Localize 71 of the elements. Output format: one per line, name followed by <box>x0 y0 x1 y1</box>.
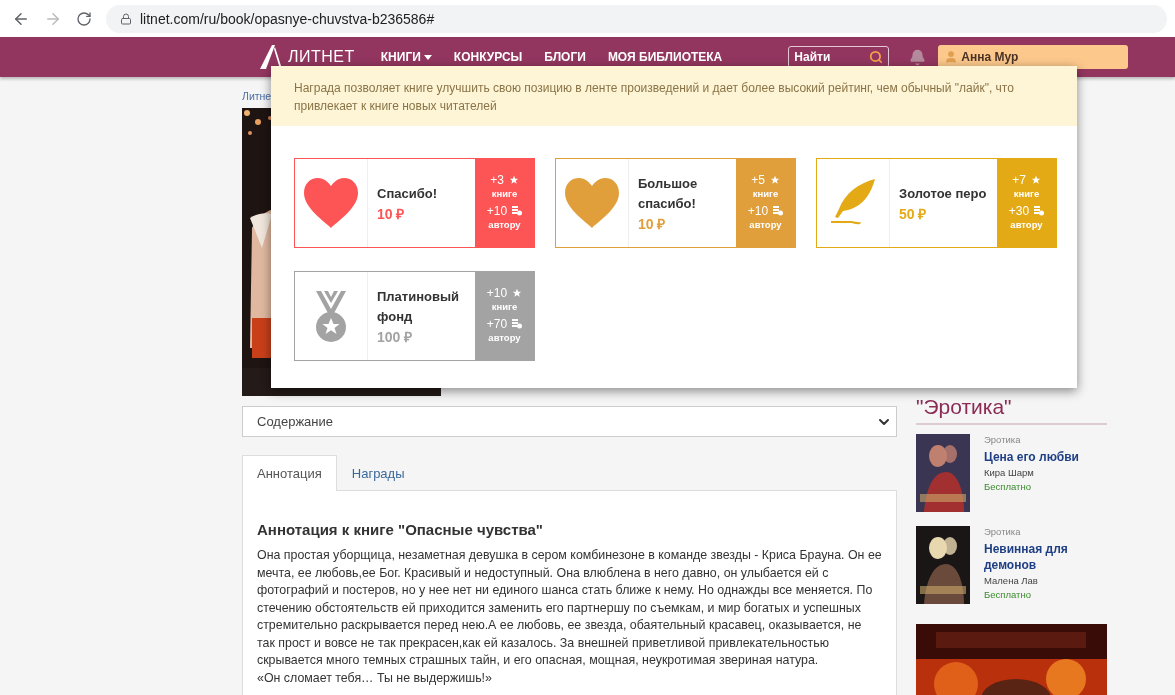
star-icon <box>1030 174 1041 185</box>
search-icon[interactable] <box>869 50 884 64</box>
award-price: 100 ₽ <box>377 327 414 346</box>
heart-icon <box>565 178 619 228</box>
section-heading: "Эротика" <box>916 395 1107 425</box>
book-points: +5 <box>751 172 765 187</box>
book-points-label: книге <box>491 187 518 199</box>
book-genre: Эротика <box>984 526 1022 537</box>
annotation-text: «Он сломает тебя… Ты не выдержишь!» <box>257 669 493 687</box>
annotation-text: Она простая уборщица, незаметная девушка в сером комбинезоне в команде звезды - Криса Брауна. Он ее мечта, ее любовь,ее Бог. Красивый и недоступный. Она влюблена в него давно, он улыбается ей с фотографий и постеров, но у нее нет ни единого шанса стать ближе к нему. Но однажды все меняется. По стечению обстоятельств ей приходится заменить его партнершу по съемкам, и мир богатых и успешных стремительно раскрывается перед нею.А ее любовь, ее звезда, обаятельный красавец, оказывается, не так прост и вовсе не так прекрасен,как ей казалось. За внешней приветливой привлекательностью скрывается много темных страшных тайн, и его опасная, мощная, неукротимая звериная натура. <box>257 547 882 669</box>
coins-icon <box>773 205 784 216</box>
annotation-title: Аннотация к книге "Опасные чувства" <box>257 521 544 538</box>
contents-select[interactable]: Содержание <box>242 406 897 437</box>
star-icon <box>508 174 519 185</box>
author-points: +30 <box>1008 203 1030 218</box>
feather-icon <box>829 179 877 227</box>
address-bar[interactable]: litnet.com/ru/book/opasnye-chuvstva-b236586# <box>106 4 1167 33</box>
author-points: +70 <box>486 316 508 331</box>
nav-link[interactable]: КНИГИ <box>380 50 432 64</box>
logo-text[interactable]: ЛИТНЕТ <box>288 48 355 66</box>
heart-icon <box>304 178 358 228</box>
award-card[interactable]: Платиновый фонд 100 ₽ +10 книге +70 автору <box>294 271 535 361</box>
book-points: +3 <box>490 172 504 187</box>
award-price: 10 ₽ <box>377 204 406 223</box>
award-card[interactable]: Спасибо! 10 ₽ +3 книге +10 автору <box>294 158 535 248</box>
book-price: Бесплатно <box>984 589 1032 600</box>
book-points-label: книге <box>752 187 779 199</box>
tab[interactable]: Награды <box>336 455 420 491</box>
logo-icon <box>260 45 282 69</box>
nav-link[interactable]: МОЯ БИБЛИОТЕКА <box>607 50 723 64</box>
coins-icon <box>512 318 523 329</box>
award-name: Спасибо! <box>377 184 438 203</box>
award-name: Большое спасибо! <box>638 174 699 213</box>
book-author: Малена Лав <box>984 575 1039 586</box>
coins-icon <box>1034 205 1045 216</box>
breadcrumb-link[interactable]: Литне <box>242 90 272 102</box>
coins-icon <box>512 205 523 216</box>
award-card[interactable]: Золотое перо 50 ₽ +7 книге +30 автору <box>816 158 1057 248</box>
author-points-label: автору <box>488 218 521 230</box>
author-points-label: автору <box>749 218 782 230</box>
book-points: +10 <box>486 285 508 300</box>
author-points: +10 <box>486 203 508 218</box>
award-name: Золотое перо <box>899 184 988 203</box>
nav-link[interactable]: КОНКУРСЫ <box>453 50 523 64</box>
award-name: Платиновый фонд <box>377 287 461 326</box>
book-points: +7 <box>1012 172 1026 187</box>
author-points-label: автору <box>1010 218 1043 230</box>
author-points: +10 <box>747 203 769 218</box>
user-icon <box>944 50 959 64</box>
medal-icon <box>314 289 348 343</box>
star-icon <box>769 174 780 185</box>
book-price: Бесплатно <box>984 481 1032 492</box>
bell-icon[interactable] <box>909 48 927 66</box>
url-text: litnet.com/ru/book/opasnye-chuvstva-b236586# <box>140 10 435 27</box>
author-points-label: автору <box>488 331 521 343</box>
award-price: 50 ₽ <box>899 204 928 223</box>
tab[interactable]: Аннотация <box>242 455 337 491</box>
book-points-label: книге <box>491 300 518 312</box>
reload-icon[interactable] <box>76 10 92 27</box>
star-icon <box>512 287 523 298</box>
lock-icon <box>120 12 132 25</box>
user-button[interactable]: Анна Мур <box>938 45 1129 69</box>
book-title-link[interactable]: Цена его любви <box>984 449 1079 465</box>
awards-notice: Награда позволяет книге улучшить свою позицию в ленте произведений и дает более высокий рейтинг, чем обычный "лайк", что привлекает к книге новых читателей <box>271 66 1077 126</box>
book-title-link[interactable]: Невинная для демонов <box>984 541 1107 573</box>
book-genre: Эротика <box>984 434 1022 445</box>
book-points-label: книге <box>1013 187 1040 199</box>
book-author: Кира Шарм <box>984 467 1035 478</box>
award-price: 10 ₽ <box>638 214 667 233</box>
award-card[interactable]: Большое спасибо! 10 ₽ +5 книге +10 автору <box>555 158 796 248</box>
nav-link[interactable]: БЛОГИ <box>544 50 586 64</box>
